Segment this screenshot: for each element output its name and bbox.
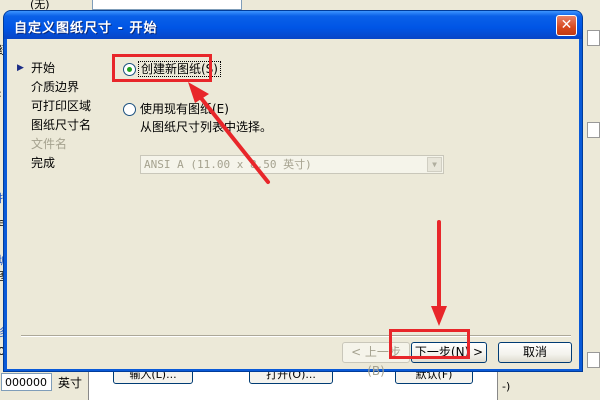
background-right-strip [583, 12, 600, 400]
dialog-title-bar[interactable]: 自定义图纸尺寸 - 开始 ✕ [4, 11, 582, 39]
background-right-field[interactable] [587, 352, 600, 368]
wizard-steps-list: ▶ 开始 介质边界 可打印区域 图纸尺寸名 文件名 完成 [15, 59, 105, 173]
custom-paper-size-dialog: 自定义图纸尺寸 - 开始 ✕ ▶ 开始 介质边界 可打印区域 图纸尺寸名 文件名 [3, 10, 583, 378]
wizard-step-file-name: 文件名 [15, 135, 105, 154]
current-step-arrow-icon: ▶ [17, 63, 24, 73]
background-top-field[interactable] [92, 0, 242, 10]
cancel-button[interactable]: 取消 [498, 342, 572, 363]
wizard-step-label: 图纸尺寸名 [31, 118, 92, 132]
paper-size-selected: ANSI A (11.00 x 8.50 英寸) [144, 158, 312, 171]
background-right-field[interactable] [587, 30, 600, 46]
use-existing-paper-label: 使用现有图纸(E) [140, 102, 229, 116]
use-existing-paper-radio[interactable] [123, 103, 136, 116]
wizard-step-label: 文件名 [31, 137, 68, 151]
paper-size-dropdown[interactable]: ANSI A (11.00 x 8.50 英寸) ▼ [140, 155, 444, 174]
wizard-step-label: 介质边界 [31, 80, 80, 94]
use-existing-hint: 从图纸尺寸列表中选择。 [140, 120, 273, 134]
background-unit-label: 英寸 [58, 376, 83, 390]
chevron-down-icon[interactable]: ▼ [427, 157, 442, 172]
close-button[interactable]: ✕ [556, 15, 577, 36]
dialog-client-area: ▶ 开始 介质边界 可打印区域 图纸尺寸名 文件名 完成 创建新图纸(S) 使用… [7, 39, 579, 378]
wizard-step-paper-size-name: 图纸尺寸名 [15, 116, 105, 135]
background-right-label: -) [502, 380, 511, 393]
wizard-step-printable-area: 可打印区域 [15, 97, 105, 116]
background-left-label: : [0, 87, 2, 100]
wizard-step-media-bounds: 介质边界 [15, 78, 105, 97]
separator [21, 335, 571, 337]
use-existing-paper-option[interactable]: 使用现有图纸(E) [140, 101, 229, 117]
wizard-step-start: ▶ 开始 [15, 59, 105, 78]
dialog-title: 自定义图纸尺寸 - 开始 [14, 21, 158, 36]
background-right-field[interactable] [587, 122, 600, 138]
close-icon: ✕ [560, 17, 573, 33]
background-coordinate-field[interactable]: 000000 [1, 373, 52, 391]
wizard-step-label: 开始 [31, 61, 56, 75]
wizard-step-label: 完成 [31, 156, 56, 170]
highlight-next-button [389, 329, 470, 359]
highlight-create-new-paper [112, 54, 212, 82]
background-panel: 输入(L)... 打开(O)... 默认(F) [88, 366, 498, 400]
wizard-step-finish: 完成 [15, 154, 105, 173]
wizard-step-label: 可打印区域 [31, 99, 92, 113]
